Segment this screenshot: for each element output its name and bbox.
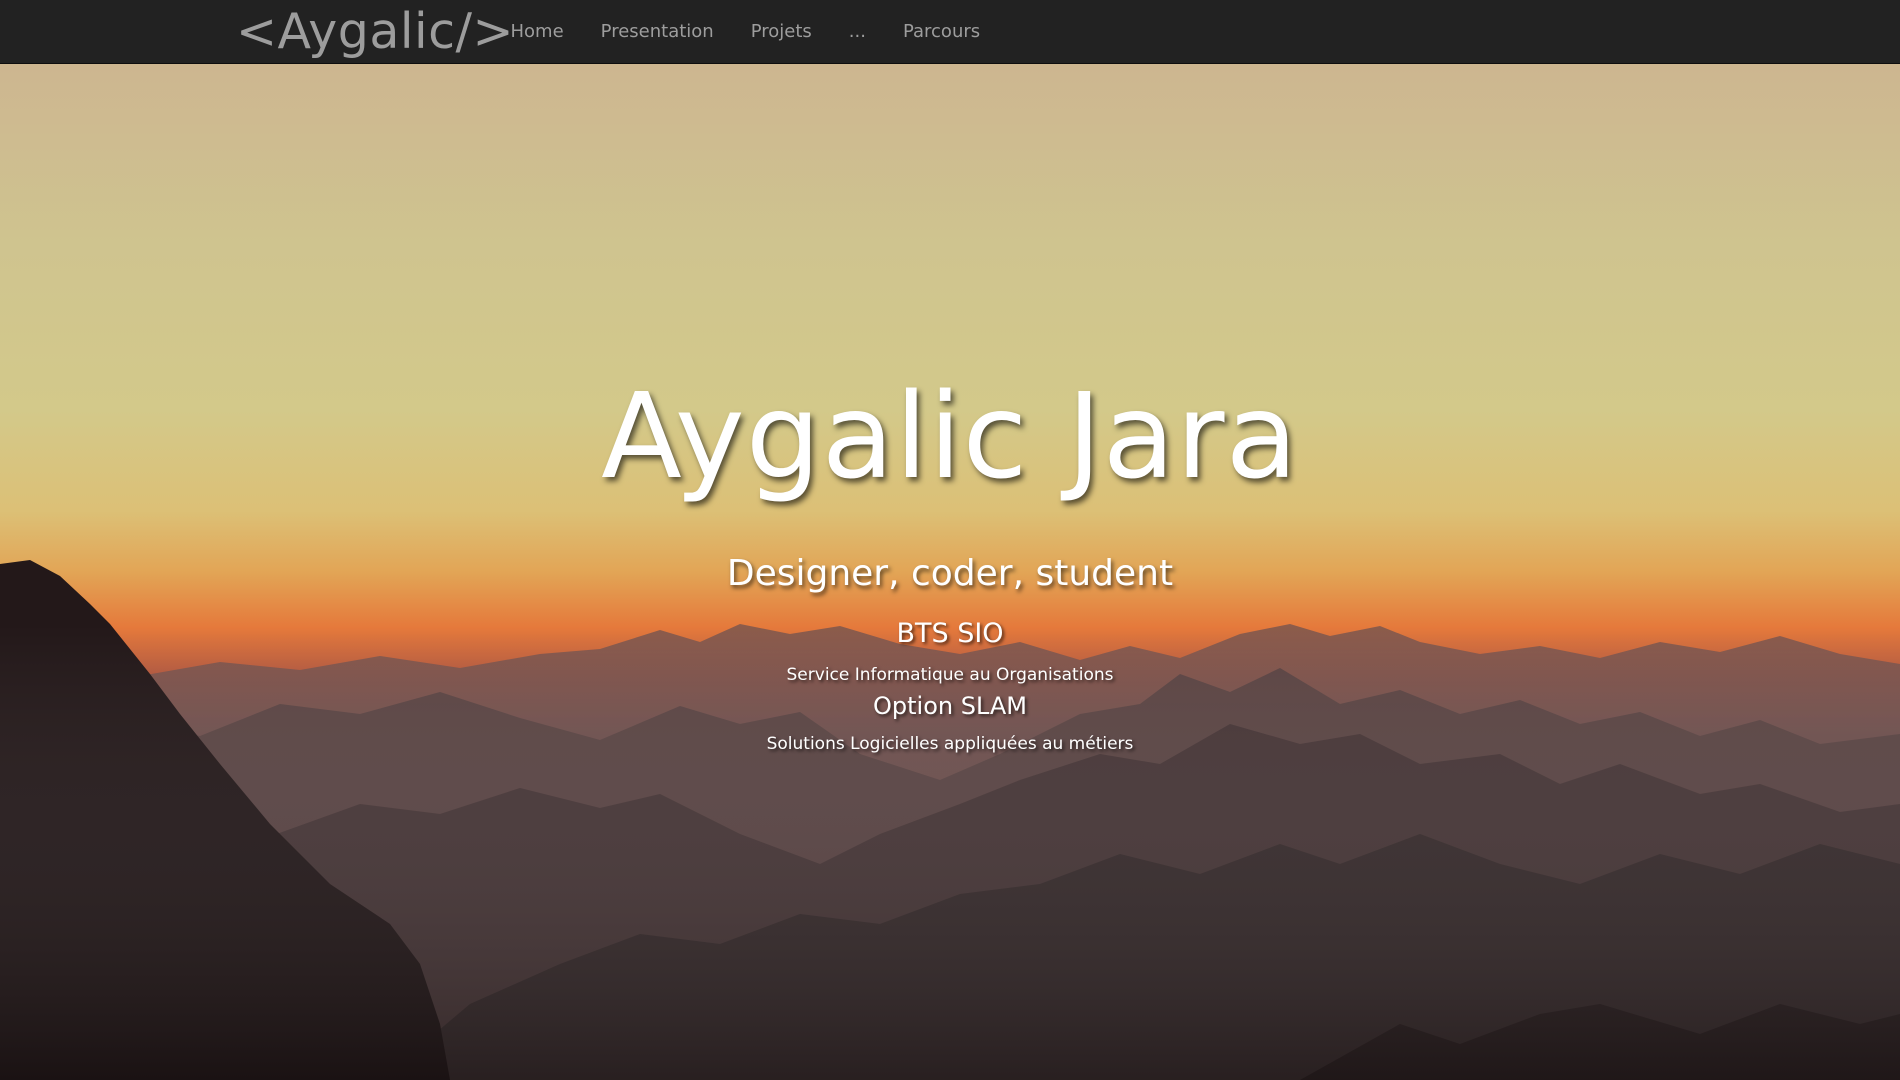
nav-menu: Home Presentation Projets ... Parcours: [492, 0, 999, 64]
hero-title: Aygalic Jara: [601, 367, 1299, 505]
nav-item-parcours: Parcours: [884, 0, 998, 64]
nav-link-projets[interactable]: Projets: [732, 0, 830, 64]
nav-link-presentation[interactable]: Presentation: [582, 0, 732, 64]
nav-item-more: ...: [830, 0, 884, 64]
brand-logo-link[interactable]: <Aygalic/>: [236, 4, 514, 60]
option-title: Option SLAM: [872, 692, 1027, 720]
hero-subtitle: Designer, coder, student: [726, 553, 1174, 594]
page: <Aygalic/> Home Presentation Projets ...…: [0, 0, 1900, 1080]
hero-section: Aygalic Jara Designer, coder, student BT…: [0, 64, 1900, 1080]
degree-title: BTS SIO: [896, 618, 1004, 649]
nav-link-more[interactable]: ...: [830, 0, 884, 64]
navbar: <Aygalic/> Home Presentation Projets ...…: [0, 0, 1900, 64]
hero-content: Aygalic Jara Designer, coder, student BT…: [0, 64, 1900, 1080]
nav-link-parcours[interactable]: Parcours: [884, 0, 998, 64]
option-description: Solutions Logicielles appliquées au méti…: [766, 734, 1134, 754]
nav-item-projets: Projets: [732, 0, 830, 64]
nav-item-presentation: Presentation: [582, 0, 732, 64]
degree-description: Service Informatique au Organisations: [786, 665, 1114, 685]
nav-link-home[interactable]: Home: [492, 0, 582, 64]
nav-item-home: Home: [492, 0, 582, 64]
